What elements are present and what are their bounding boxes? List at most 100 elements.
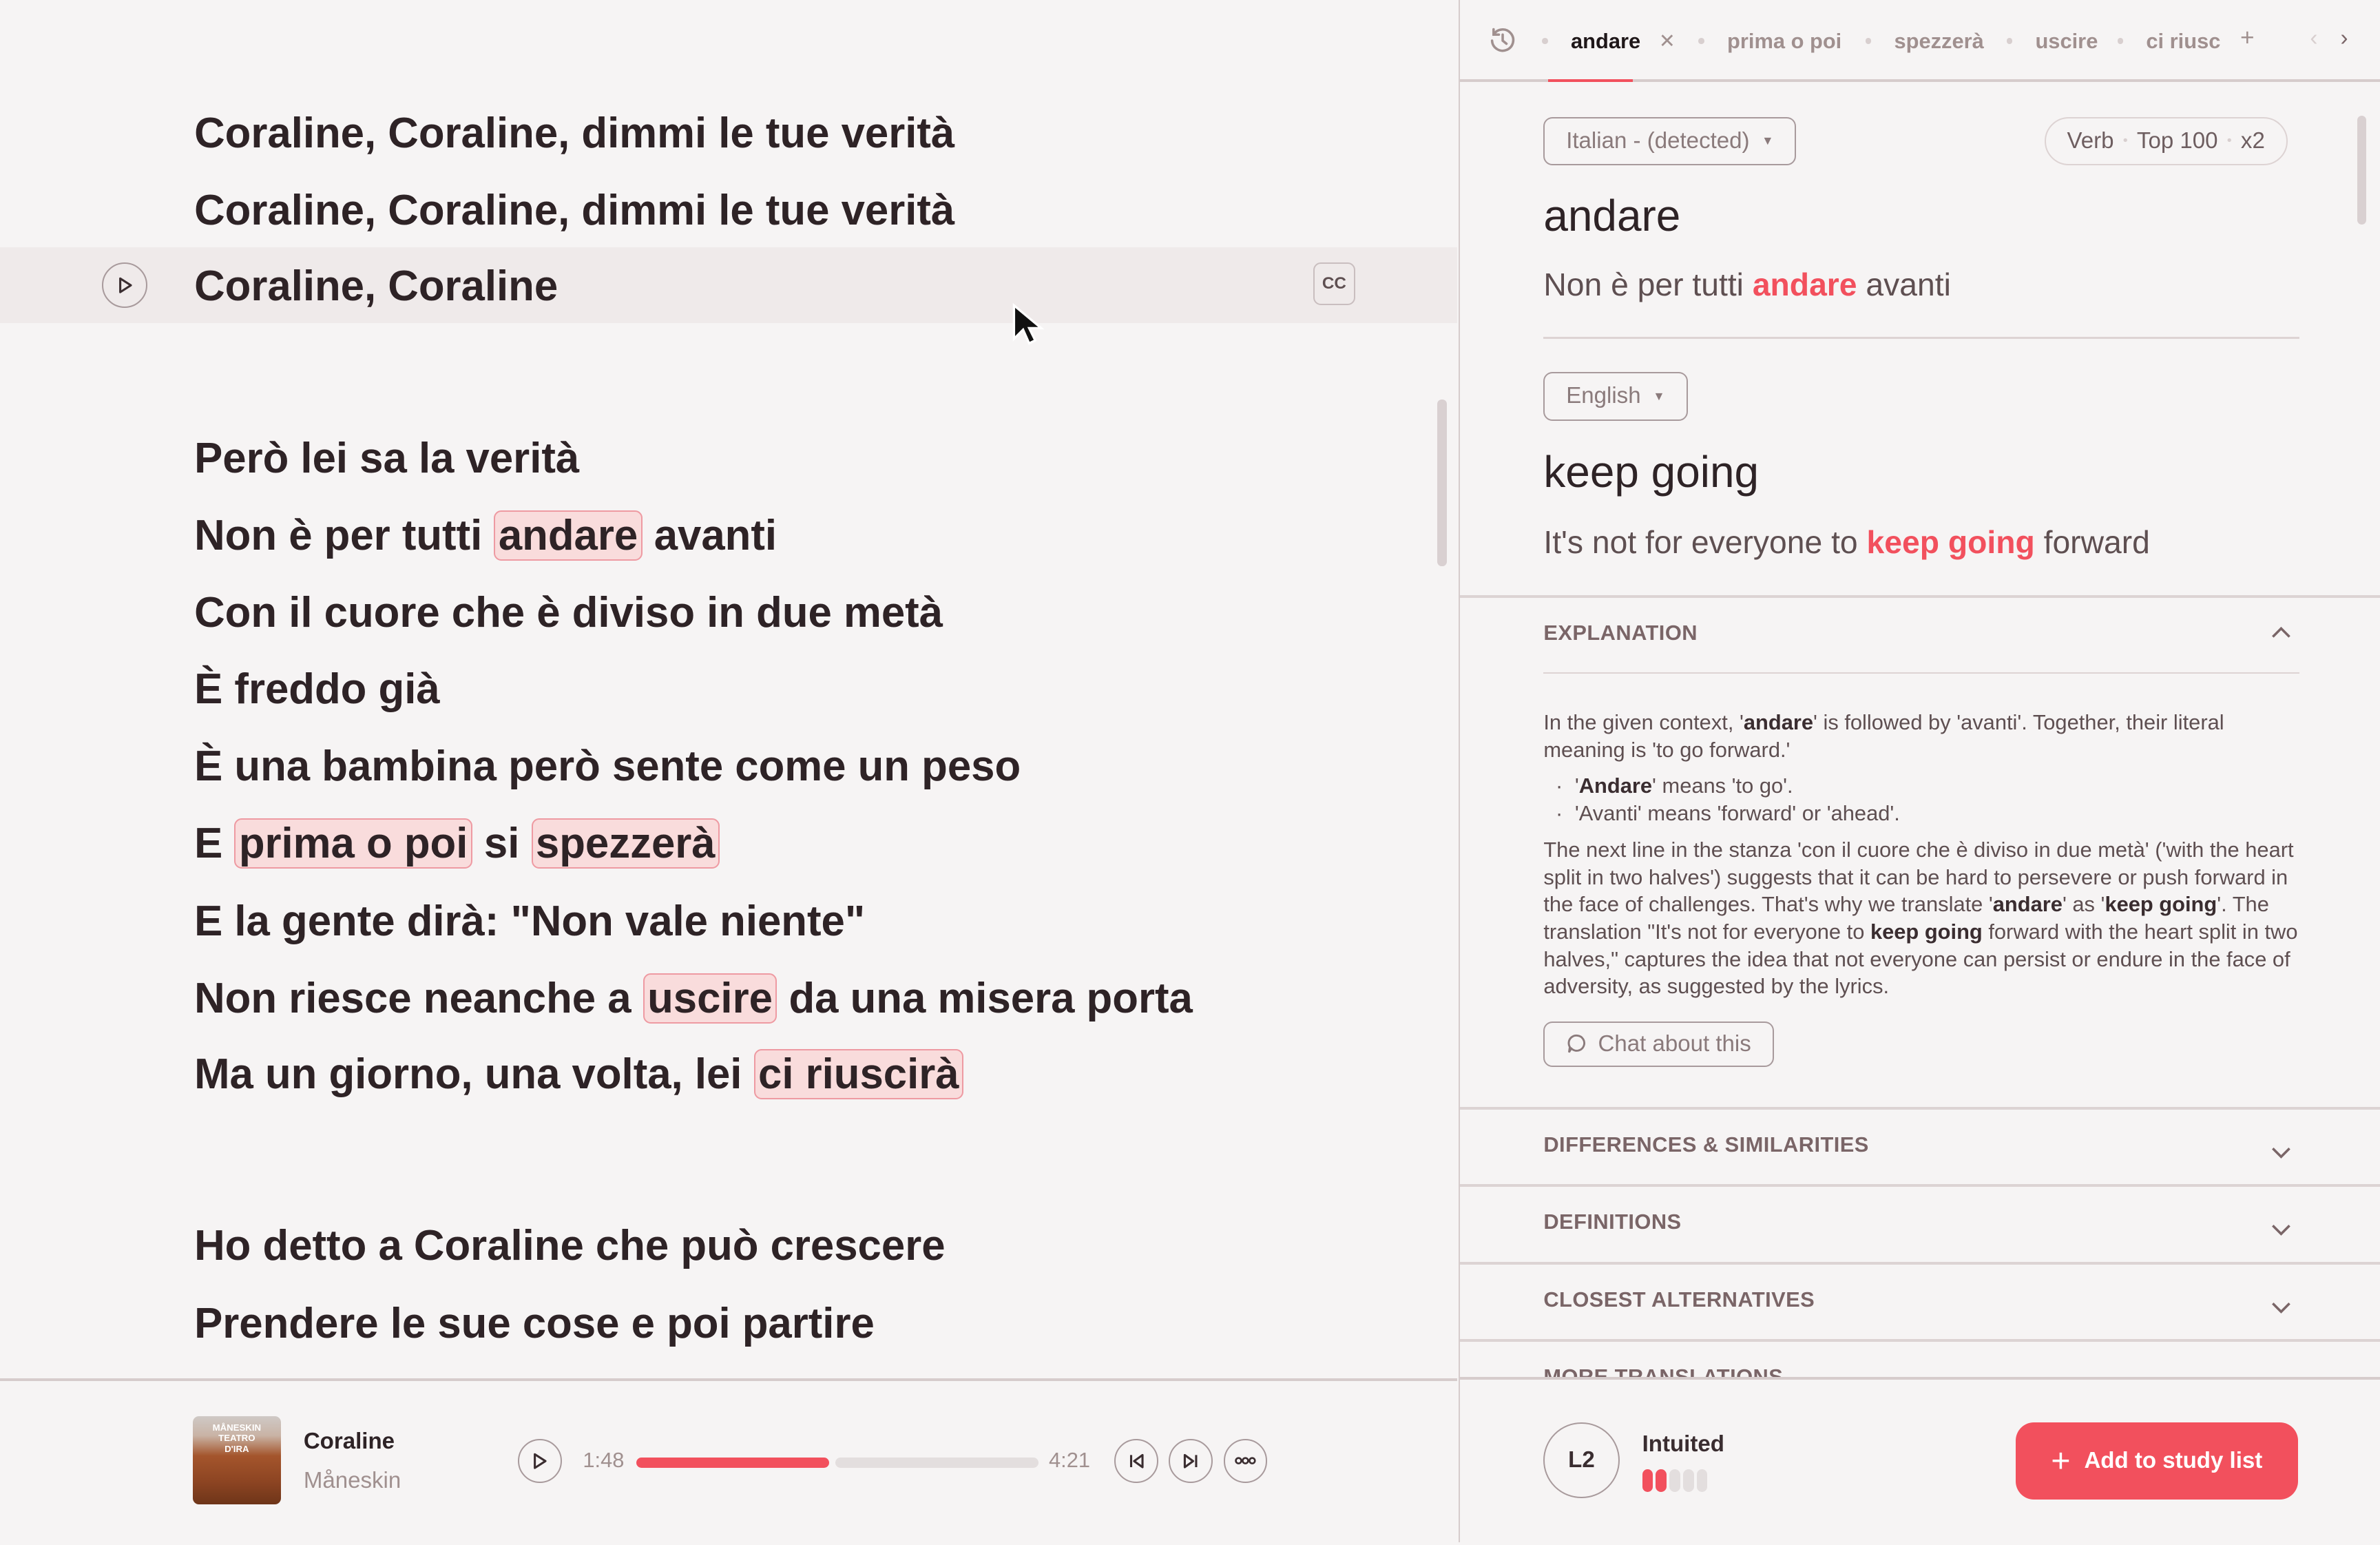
lyric-line[interactable]: E prima o poi si spezzerà	[194, 813, 720, 874]
lyric-line[interactable]: E la gente dirà: "Non vale niente"	[194, 891, 865, 952]
tab-separator	[1698, 38, 1704, 44]
lyric-text: È freddo già	[194, 665, 440, 713]
more-button[interactable]	[1223, 1439, 1268, 1483]
scroll-tabs-left-button[interactable]: ‹	[2310, 25, 2317, 52]
highlighted-phrase[interactable]: uscire	[643, 973, 777, 1024]
bold-text: keep going	[1870, 920, 1983, 944]
lyric-line[interactable]: Ho detto a Coraline che può crescere	[194, 1216, 945, 1276]
tab-prima-o-poi[interactable]: prima o poi	[1727, 29, 1841, 54]
lyric-line[interactable]: Ma un giorno, una volta, lei ci riuscirà	[194, 1044, 963, 1105]
add-to-study-list-button[interactable]: + Add to study list	[2015, 1422, 2298, 1500]
tab-andare[interactable]: andare	[1571, 29, 1640, 54]
play-line-button[interactable]	[101, 262, 147, 309]
bullet-item: · 'Avanti' means 'forward' or 'ahead'.	[1556, 800, 2302, 827]
divider	[1543, 672, 2299, 674]
skip-forward-icon	[1183, 1453, 1198, 1469]
level-progress	[1642, 1469, 1708, 1493]
lyric-text: Coraline, Coraline, dimmi le tue verità	[194, 109, 955, 157]
close-tab-icon[interactable]: ✕	[1659, 29, 1676, 53]
chevron-down-icon	[2271, 1293, 2292, 1320]
lyric-line[interactable]: Coraline, Coraline, dimmi le tue verità	[194, 103, 954, 164]
lyric-line[interactable]: Coraline, Coraline	[194, 256, 558, 317]
tab-spezzerà[interactable]: spezzerà	[1894, 29, 1983, 54]
word-tags: Verb • Top 100 • x2	[2044, 116, 2288, 166]
lyric-line[interactable]: Non è per tutti andare avanti	[194, 506, 777, 566]
chat-about-this-button[interactable]: Chat about this	[1543, 1021, 1774, 1067]
tag-separator: •	[2226, 133, 2232, 149]
highlighted-phrase[interactable]: prima o poi	[234, 818, 472, 869]
text: ' as '	[2062, 892, 2105, 917]
lyric-text: Però lei sa la verità	[194, 434, 580, 482]
highlighted-term: keep going	[1866, 524, 2035, 561]
bold-text: keep going	[2105, 892, 2217, 917]
lyric-line[interactable]: Coraline, Coraline, dimmi le tue verità	[194, 180, 954, 241]
level-pip	[1683, 1469, 1694, 1493]
chevron-down-icon	[2271, 1216, 2292, 1243]
bullet-icon: ·	[1555, 774, 1563, 798]
chevron-down-icon	[2271, 1139, 2292, 1166]
text: In the given context, '	[1543, 709, 1744, 734]
add-tab-button[interactable]: +	[2240, 24, 2255, 52]
source-language-select[interactable]: Italian - (detected) ▼	[1543, 116, 1797, 166]
progress-bar[interactable]	[636, 1457, 1038, 1468]
lyric-line[interactable]: Prendere le sue cose e poi partire	[194, 1294, 875, 1354]
captions-button[interactable]: CC	[1313, 262, 1356, 305]
highlighted-phrase[interactable]: andare	[494, 510, 643, 561]
explanation-header[interactable]: EXPLANATION	[1543, 621, 1698, 645]
lyric-text: avanti	[642, 511, 777, 559]
highlighted-term: andare	[1752, 266, 1857, 302]
caret-down-icon: ▼	[1653, 388, 1665, 403]
text: ' means 'to go'.	[1652, 774, 1793, 798]
lyric-text: Coraline, Coraline, dimmi le tue verità	[194, 187, 955, 235]
history-icon[interactable]	[1488, 25, 1518, 56]
lyric-line[interactable]: È una bambina però sente come un peso	[194, 736, 1021, 797]
target-language-label: English	[1566, 383, 1641, 409]
lyrics-panel: CC Coraline, Coraline, dimmi le tue veri…	[0, 0, 1457, 1545]
highlighted-phrase[interactable]: spezzerà	[531, 818, 720, 869]
level-name: Intuited	[1642, 1431, 1724, 1458]
track-artist[interactable]: Måneskin	[304, 1468, 401, 1494]
section-differences-similarities[interactable]: DIFFERENCES & SIMILARITIES	[1460, 1106, 2380, 1185]
explanation-body: In the given context, 'andare' is follow…	[1543, 709, 2302, 1067]
tab-separator	[2006, 38, 2013, 44]
section-definitions[interactable]: DEFINITIONS	[1460, 1184, 2380, 1263]
section-title: DEFINITIONS	[1543, 1210, 1682, 1234]
lyric-line[interactable]: Però lei sa la verità	[194, 428, 579, 489]
bold-text: andare	[1743, 709, 1814, 734]
tag-separator: •	[2122, 133, 2128, 149]
play-button[interactable]	[517, 1439, 562, 1483]
term: andare	[1543, 190, 1681, 240]
text: avanti	[1857, 266, 1951, 302]
scroll-tabs-right-button[interactable]: ›	[2341, 25, 2348, 52]
track-title: Coraline	[303, 1428, 395, 1454]
lyric-text: E la gente dirà: "Non vale niente"	[194, 897, 866, 945]
target-language-select[interactable]: English ▼	[1543, 372, 1688, 421]
lyric-line[interactable]: È freddo già	[194, 659, 440, 720]
progress-remaining	[835, 1457, 1038, 1468]
lyric-line[interactable]: Con il cuore che è diviso in due metà	[194, 583, 943, 643]
highlighted-phrase[interactable]: ci riuscirà	[753, 1049, 963, 1100]
lyric-text: Prendere le sue cose e poi partire	[194, 1299, 875, 1347]
bullet-item: · 'Andare' means 'to go'.	[1556, 772, 2302, 800]
chevron-up-icon[interactable]	[2271, 625, 2292, 639]
word-detail-panel: andare ✕ prima o poi spezzerà uscire ci riusc…	[1459, 0, 2380, 1545]
chat-icon	[1567, 1035, 1586, 1053]
word-tag: Top 100	[2136, 127, 2218, 154]
lyric-text: Non è per tutti	[194, 511, 494, 559]
previous-button[interactable]	[1114, 1439, 1158, 1483]
detail-scrollbar[interactable]	[2357, 115, 2366, 225]
source-language-label: Italian - (detected)	[1566, 127, 1750, 154]
explanation-bullets: · 'Andare' means 'to go'. · 'Avanti' means …	[1556, 772, 2302, 827]
player-bar: MÅNESKIN TEATRO D'IRA Coraline Måneskin …	[0, 1378, 1457, 1545]
lyric-line[interactable]: Non riesce neanche a uscire da una miser…	[194, 968, 1193, 1029]
section-closest-alternatives[interactable]: CLOSEST ALTERNATIVES	[1460, 1261, 2380, 1340]
active-tab-indicator	[1547, 79, 1633, 83]
explanation-section: EXPLANATION In the given context, 'andar…	[1460, 595, 2380, 1067]
tab-uscire[interactable]: uscire	[2035, 29, 2098, 54]
tab-ci-riusc[interactable]: ci riusc	[2146, 29, 2220, 54]
lyrics-scrollbar[interactable]	[1437, 399, 1447, 567]
example-sentence: Non è per tutti andare avanti	[1543, 266, 1951, 303]
bullet-icon: ·	[1555, 801, 1563, 826]
translation: keep going	[1543, 447, 1760, 497]
next-button[interactable]	[1169, 1439, 1213, 1483]
